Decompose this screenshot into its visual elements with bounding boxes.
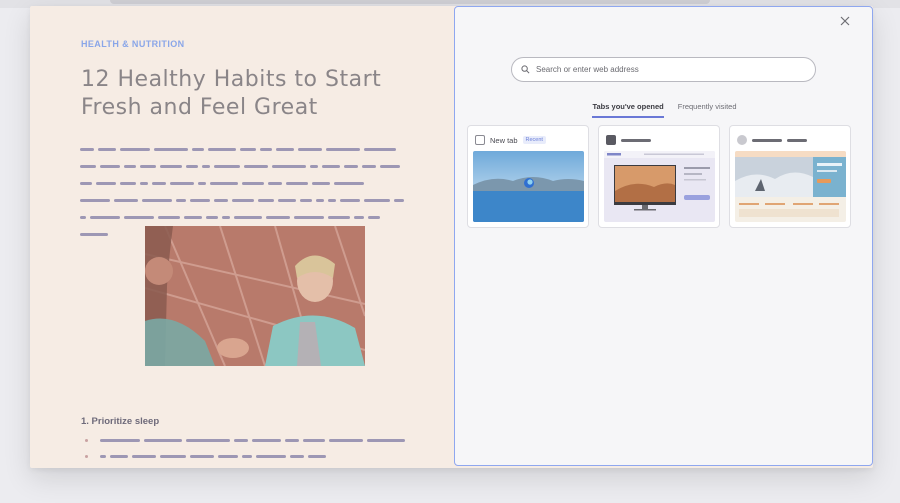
bullet-list-placeholder [85,432,405,464]
tab-frequently-visited[interactable]: Frequently visited [678,102,737,118]
tab-cards: New tab Recent [467,125,862,228]
card-thumbnail [735,151,846,222]
page-icon [475,135,485,145]
card-title-placeholder [752,138,782,142]
section-heading: 1. Prioritize sleep [81,416,160,427]
card-header: New tab Recent [475,134,546,146]
close-icon-glyph [840,16,850,26]
tab-switcher: Tabs you've opened Frequently visited [455,102,873,118]
profile-icon [737,135,747,145]
card-title-placeholder [787,138,807,142]
recent-badge: Recent [522,136,546,144]
tab-card-travel[interactable] [729,125,851,228]
close-icon[interactable] [838,15,852,29]
runners-handshake-image [145,226,365,366]
article-photo [145,226,365,366]
card-title-placeholder [621,138,651,142]
new-tab-panel: Tabs you've opened Frequently visited Ne… [454,6,873,466]
travel-page-thumbnail [735,151,846,222]
tab-tabs-youve-opened[interactable]: Tabs you've opened [592,102,664,118]
card-thumbnail [604,151,715,222]
shop-page-thumbnail [604,151,715,222]
tab-card-shop[interactable] [598,125,720,228]
address-bar-edge [110,0,710,4]
tab-card-new-tab[interactable]: New tab Recent [467,125,589,228]
article-page: HEALTH & NUTRITION 12 Healthy Habits to … [30,6,455,468]
site-icon [606,135,616,145]
new-tab-wallpaper-thumbnail [473,151,584,222]
card-thumbnail [473,151,584,222]
article-category[interactable]: HEALTH & NUTRITION [81,39,185,49]
card-title: New tab [490,135,518,145]
address-search-box[interactable] [511,57,816,82]
search-icon [521,65,530,74]
search-input[interactable] [536,65,786,74]
card-header [606,134,651,146]
card-header [737,134,807,146]
article-headline: 12 Healthy Habits to Start Fresh and Fee… [81,67,382,120]
browser-window: HEALTH & NUTRITION 12 Healthy Habits to … [30,6,873,468]
